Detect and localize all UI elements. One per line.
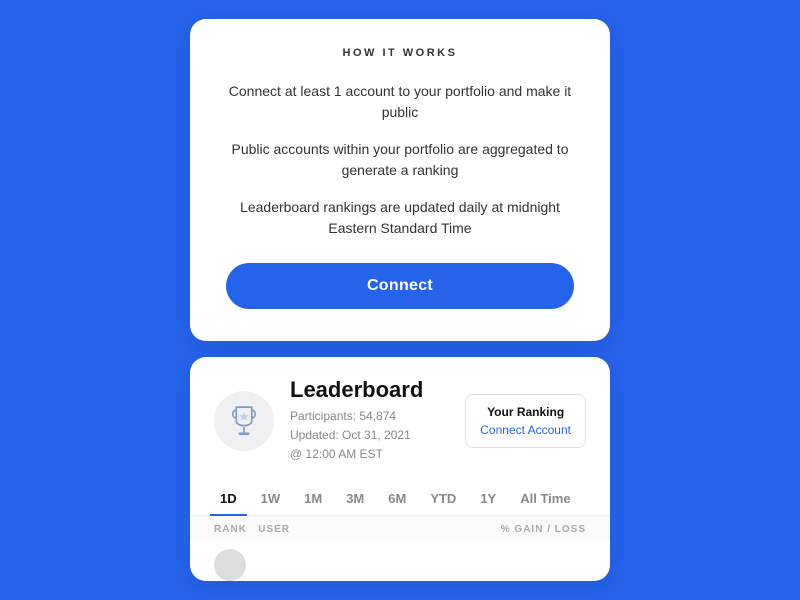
table-header: RANK USER % GAIN / LOSS: [190, 516, 610, 541]
leaderboard-info: Leaderboard Participants: 54,874 Updated…: [290, 377, 449, 465]
participants-count: Participants: 54,874: [290, 409, 396, 423]
time-tabs: 1D 1W 1M 3M 6M YTD 1Y All Time: [190, 480, 610, 516]
how-it-works-step-3: Leaderboard rankings are updated daily a…: [226, 197, 574, 239]
how-it-works-step-2: Public accounts within your portfolio ar…: [226, 139, 574, 181]
updated-date: Updated: Oct 31, 2021: [290, 428, 411, 442]
tab-all-time[interactable]: All Time: [510, 481, 580, 516]
ranking-box: Your Ranking Connect Account: [465, 394, 586, 448]
leaderboard-meta: Participants: 54,874 Updated: Oct 31, 20…: [290, 407, 449, 465]
avatar-preview: [214, 549, 246, 581]
connect-button[interactable]: Connect: [226, 263, 574, 309]
tab-6m[interactable]: 6M: [378, 481, 416, 516]
trophy-icon: [227, 404, 261, 438]
tab-ytd[interactable]: YTD: [420, 481, 466, 516]
leaderboard-header: Leaderboard Participants: 54,874 Updated…: [190, 357, 610, 481]
tab-1w[interactable]: 1W: [251, 481, 291, 516]
how-it-works-title: HOW IT WORKS: [226, 47, 574, 59]
tab-1d[interactable]: 1D: [210, 481, 247, 516]
your-ranking-label: Your Ranking: [480, 405, 571, 419]
main-container: HOW IT WORKS Connect at least 1 account …: [190, 19, 610, 582]
table-header-gain-loss: % GAIN / LOSS: [501, 524, 586, 535]
tab-1y[interactable]: 1Y: [470, 481, 506, 516]
how-it-works-card: HOW IT WORKS Connect at least 1 account …: [190, 19, 610, 341]
update-time: @ 12:00 AM EST: [290, 447, 383, 461]
leaderboard-card: Leaderboard Participants: 54,874 Updated…: [190, 357, 610, 582]
connect-account-link[interactable]: Connect Account: [480, 423, 571, 437]
table-row-preview: [190, 541, 610, 581]
leaderboard-title: Leaderboard: [290, 377, 449, 403]
trophy-icon-wrapper: [214, 391, 274, 451]
tab-1m[interactable]: 1M: [294, 481, 332, 516]
tab-3m[interactable]: 3M: [336, 481, 374, 516]
how-it-works-step-1: Connect at least 1 account to your portf…: [226, 81, 574, 123]
table-header-rank-user: RANK USER: [214, 524, 290, 535]
